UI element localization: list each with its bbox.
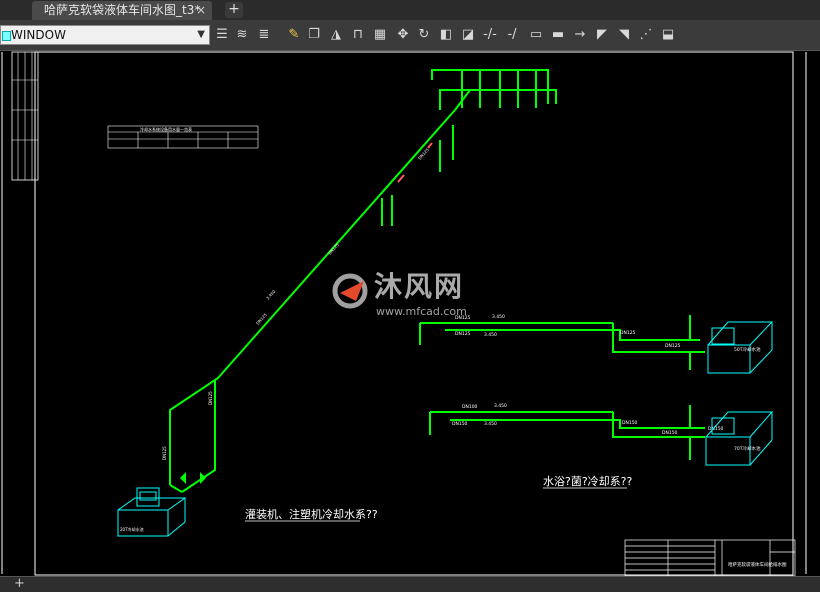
watermark-logo-icon bbox=[332, 273, 368, 309]
svg-text:DN150: DN150 bbox=[662, 430, 678, 436]
svg-text:DN150: DN150 bbox=[622, 420, 638, 426]
add-layout-button[interactable]: + bbox=[14, 577, 25, 591]
svg-text:DN125: DN125 bbox=[620, 330, 636, 336]
insert-icon[interactable]: ⬓ bbox=[660, 26, 676, 43]
svg-text:3.450: 3.450 bbox=[265, 288, 277, 300]
trim-icon[interactable]: -/- bbox=[482, 26, 498, 43]
svg-text:3.450: 3.450 bbox=[484, 421, 497, 427]
svg-text:DN125: DN125 bbox=[665, 343, 681, 349]
tank-label-2: 50T冷却水池 bbox=[734, 346, 761, 353]
legend-table-title: 冷却水系统设备用水量一览表 bbox=[140, 126, 192, 132]
system-title-left: 灌装机、注塑机冷却水系?? bbox=[245, 507, 378, 521]
watermark-url: www.mfcad.com bbox=[376, 305, 467, 318]
svg-text:DN150: DN150 bbox=[452, 421, 468, 427]
tank-label-1: 20T冷却水池 bbox=[120, 526, 144, 532]
copy-icon[interactable]: ❐ bbox=[306, 26, 322, 43]
block-icon[interactable]: ⋰ bbox=[638, 26, 654, 43]
status-bar: + bbox=[0, 576, 820, 592]
tank-label-3: 70T冷却水池 bbox=[734, 445, 761, 452]
watermark-title: 沐风网 bbox=[374, 270, 465, 303]
mirror-icon[interactable]: ◮ bbox=[328, 26, 344, 43]
scale-icon[interactable]: ◧ bbox=[438, 26, 454, 43]
join-icon[interactable]: ▬ bbox=[550, 26, 566, 43]
explode-icon[interactable]: ◥ bbox=[616, 26, 632, 43]
toolbar: WINDOW ▼ ☰ ≋ ≣ ✎ ❐ ◮ ⊓ ▦ ✥ ↻ ◧ ◪ -/- -/ … bbox=[0, 20, 820, 51]
svg-text:DN125: DN125 bbox=[455, 331, 471, 337]
fillet-icon[interactable]: ◤ bbox=[594, 26, 610, 43]
break-icon[interactable]: ▭ bbox=[528, 26, 544, 43]
pipe-system-right-upper bbox=[419, 315, 705, 370]
document-tab-bar: 哈萨克软袋液体车间水图_t3* × + bbox=[0, 0, 820, 21]
watermark: 沐风网 www.mfcad.com bbox=[330, 271, 490, 321]
layer-properties-icon[interactable]: ≋ bbox=[234, 26, 250, 43]
system-title-right: 水浴?菌?冷却系?? bbox=[543, 475, 633, 488]
layers-icon[interactable]: ☰ bbox=[214, 26, 230, 43]
svg-text:3.450: 3.450 bbox=[494, 403, 507, 409]
stretch-icon[interactable]: ◪ bbox=[460, 26, 476, 43]
move-icon[interactable]: ✥ bbox=[395, 26, 411, 43]
valves-left bbox=[180, 472, 206, 484]
layer-dropdown-value: WINDOW bbox=[11, 28, 66, 42]
pencil-icon[interactable]: ✎ bbox=[286, 26, 302, 43]
offset-icon[interactable]: ⊓ bbox=[350, 26, 366, 43]
array-icon[interactable]: ▦ bbox=[372, 26, 388, 43]
document-tab-title: 哈萨克软袋液体车间水图_t3* bbox=[44, 3, 201, 17]
svg-text:DN125: DN125 bbox=[162, 446, 167, 460]
svg-text:DN150: DN150 bbox=[708, 426, 724, 432]
chevron-down-icon: ▼ bbox=[197, 29, 205, 40]
layer-color-swatch bbox=[2, 31, 11, 41]
svg-text:3.450: 3.450 bbox=[492, 314, 505, 320]
svg-text:DN100: DN100 bbox=[462, 404, 478, 410]
svg-text:DN125: DN125 bbox=[417, 147, 430, 161]
svg-text:DN125: DN125 bbox=[327, 242, 340, 256]
svg-text:3.450: 3.450 bbox=[484, 332, 497, 338]
rotate-icon[interactable]: ↻ bbox=[416, 26, 432, 43]
tank-right-lower bbox=[705, 411, 774, 466]
layer-dropdown[interactable]: WINDOW ▼ bbox=[0, 25, 210, 45]
document-tab[interactable]: 哈萨克软袋液体车间水图_t3* × bbox=[32, 1, 212, 20]
title-block-text: 哈萨克软袋液体车间给排水图 bbox=[728, 561, 787, 568]
chamfer-icon[interactable]: → bbox=[572, 26, 588, 43]
extend-icon[interactable]: -/ bbox=[504, 26, 520, 43]
close-icon[interactable]: × bbox=[196, 1, 206, 20]
svg-text:DN125: DN125 bbox=[208, 391, 213, 405]
new-tab-button[interactable]: + bbox=[225, 2, 243, 18]
layer-state-icon[interactable]: ≣ bbox=[256, 26, 272, 43]
title-block bbox=[624, 539, 796, 576]
